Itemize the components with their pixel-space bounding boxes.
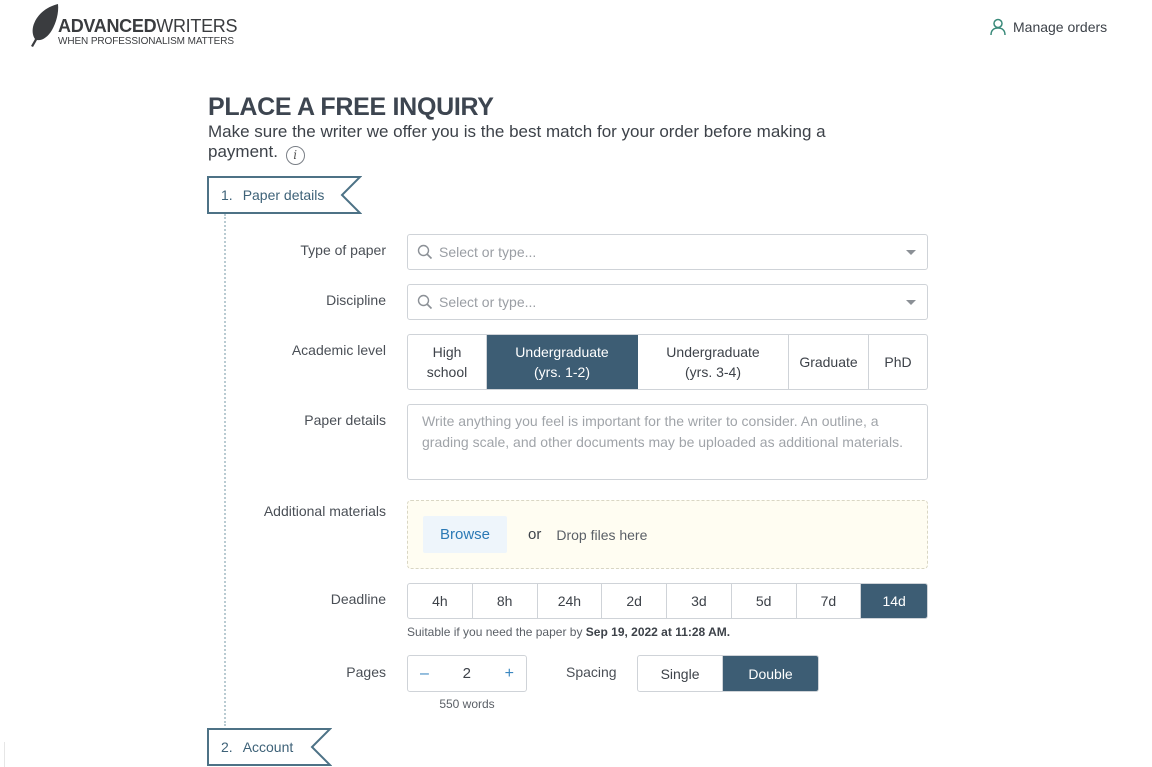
academic-level-undergrad-3-4[interactable]: Undergraduate (yrs. 3-4) [638,335,789,389]
academic-level-phd[interactable]: PhD [869,335,927,389]
pages-stepper: – 2 + [407,655,527,692]
discipline-placeholder: Select or type... [439,294,537,310]
search-icon [417,294,433,310]
spacing-selector: Single Double [637,655,819,692]
step-paper-details[interactable]: 1. Paper details [207,176,362,214]
brand-tagline: WHEN PROFESSIONALISM MATTERS [58,36,234,47]
academic-level-label: Academic level [291,342,386,358]
deadline-24h[interactable]: 24h [538,584,603,618]
file-dropzone[interactable]: Browse or Drop files here [407,500,928,569]
increment-button[interactable]: + [505,665,514,683]
academic-level-selector: High school Undergraduate (yrs. 1-2) Under… [407,334,928,390]
browse-button[interactable]: Browse [423,516,507,553]
or-text: or [528,526,542,543]
additional-materials-label: Additional materials [263,503,386,519]
deadline-8h[interactable]: 8h [473,584,538,618]
decrement-button[interactable]: – [420,665,429,683]
step-label: 2. Account [221,739,294,755]
page-subtitle: Make sure the writer we offer you is the… [208,122,868,165]
step-label: 1. Paper details [221,187,325,203]
academic-level-undergrad-1-2[interactable]: Undergraduate (yrs. 1-2) [487,335,638,389]
logo[interactable]: ADVANCEDWRITERS WHEN PROFESSIONALISM MAT… [28,3,237,47]
discipline-label: Discipline [326,292,386,308]
deadline-note: Suitable if you need the paper by Sep 19… [407,625,731,639]
deadline-4h[interactable]: 4h [408,584,473,618]
paper-details-textarea[interactable]: Write anything you feel is important for… [407,404,928,480]
deadline-2d[interactable]: 2d [602,584,667,618]
academic-level-high-school[interactable]: High school [408,335,487,389]
discipline-select[interactable]: Select or type... [407,284,928,320]
deadline-3d[interactable]: 3d [667,584,732,618]
spacing-double[interactable]: Double [723,656,818,691]
type-of-paper-placeholder: Select or type... [439,244,537,260]
deadline-label: Deadline [330,591,386,607]
feather-icon [31,4,59,47]
type-of-paper-label: Type of paper [300,242,386,258]
page-title: PLACE A FREE INQUIRY [208,93,494,121]
manage-orders-label: Manage orders [1013,19,1108,35]
spacing-single[interactable]: Single [638,656,724,691]
step-account[interactable]: 2. Account [207,728,332,766]
deadline-14d[interactable]: 14d [861,584,927,618]
chevron-down-icon[interactable] [906,299,916,305]
spacing-label: Spacing [566,664,617,680]
deadline-date: Sep 19, 2022 at 11:28 AM. [585,625,731,639]
type-of-paper-select[interactable]: Select or type... [407,234,928,270]
step-timeline [224,214,226,726]
page-edge-divider [0,742,5,767]
chevron-down-icon[interactable] [906,249,916,255]
deadline-5d[interactable]: 5d [732,584,797,618]
user-icon [990,18,1006,36]
search-icon [417,244,433,260]
paper-details-label: Paper details [304,412,386,428]
drop-files-text: Drop files here [556,526,648,543]
pages-value[interactable]: 2 [463,665,471,682]
deadline-7d[interactable]: 7d [797,584,862,618]
academic-level-graduate[interactable]: Graduate [789,335,869,389]
pages-label: Pages [346,664,386,680]
word-count: 550 words [439,697,495,711]
deadline-selector: 4h 8h 24h 2d 3d 5d 7d 14d [407,583,928,619]
info-icon[interactable]: i [285,145,305,165]
brand-name: ADVANCEDWRITERS [58,16,238,36]
manage-orders-link[interactable]: Manage orders [989,18,1107,36]
